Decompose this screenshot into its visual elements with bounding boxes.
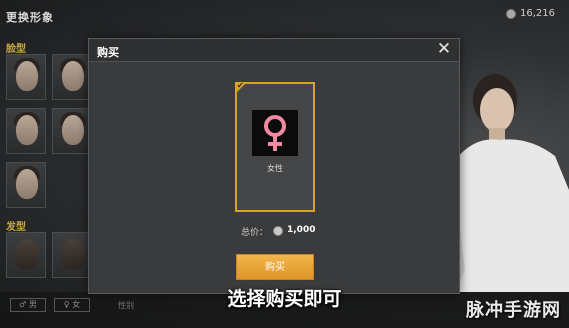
buy-button[interactable]: 购买 <box>236 254 314 280</box>
item-name: 女性 <box>267 164 283 173</box>
character-preview <box>455 70 569 292</box>
face-option[interactable] <box>6 54 46 100</box>
top-bar: 更换形象 16,216 <box>0 0 569 30</box>
item-card-female[interactable]: ✔ 女性 <box>235 81 315 212</box>
total-price-label: 总价： <box>241 228 269 238</box>
female-symbol-tile <box>252 110 298 156</box>
purchase-dialog: 购买 ✕ ✔ 女性 总价： 1,000 购买 <box>88 38 460 294</box>
hair-option[interactable] <box>52 232 92 278</box>
coin-icon <box>273 226 283 236</box>
close-icon[interactable]: ✕ <box>435 40 453 58</box>
coin-balance: 16,216 <box>506 8 555 19</box>
appearance-panel: 脸型 发型 <box>0 34 95 286</box>
screen-title: 更换形象 <box>6 11 54 24</box>
face-option[interactable] <box>52 108 92 154</box>
checkmark-icon: ✔ <box>237 81 244 90</box>
dialog-header: 购买 ✕ <box>89 39 459 62</box>
dialog-title: 购买 <box>97 46 119 59</box>
site-watermark: 脉冲手游网 <box>466 300 561 321</box>
price-row: 总价： 1,000 <box>89 225 459 239</box>
face-option[interactable] <box>6 108 46 154</box>
total-price-value: 1,000 <box>287 225 316 235</box>
face-section-label: 脸型 <box>6 44 26 55</box>
hair-option[interactable] <box>6 232 46 278</box>
hair-section-label: 发型 <box>6 222 26 233</box>
face-option[interactable] <box>6 162 46 208</box>
coin-amount: 16,216 <box>520 8 555 19</box>
female-symbol-icon <box>264 115 286 151</box>
face-option[interactable] <box>52 54 92 100</box>
coin-icon <box>506 8 516 19</box>
